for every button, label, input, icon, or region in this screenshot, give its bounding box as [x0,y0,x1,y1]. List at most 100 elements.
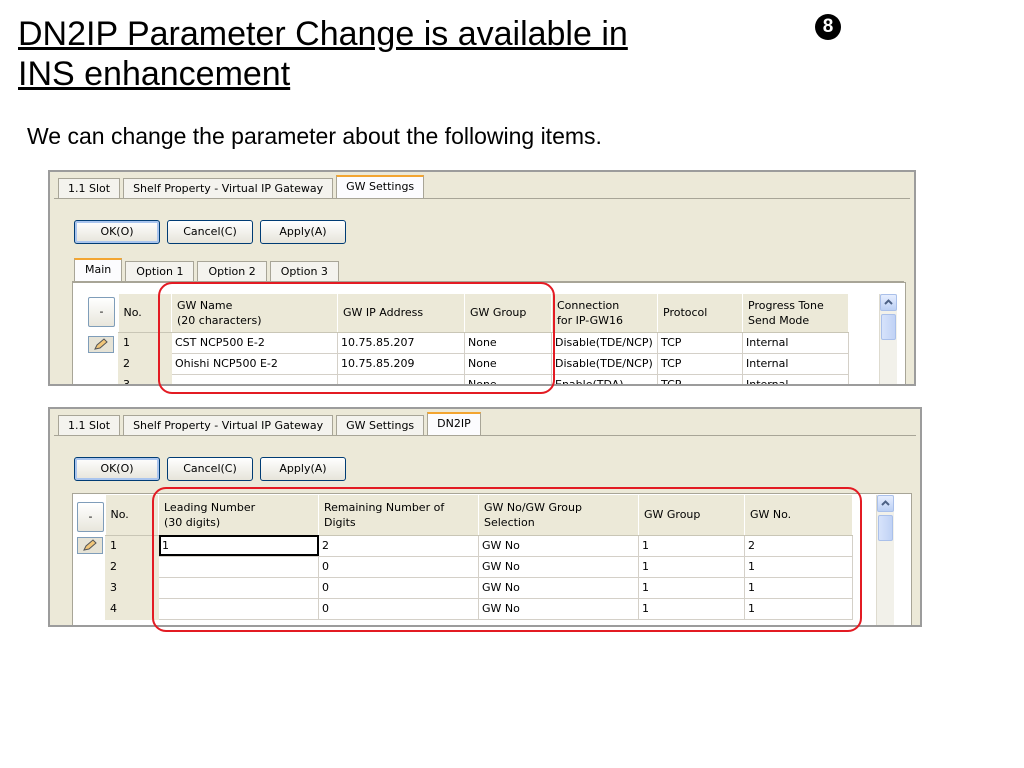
col-header-no: No. [105,495,159,536]
pencil-icon [94,338,108,350]
tab-slot[interactable]: 1.1 Slot [58,178,121,198]
pencil-icon [83,539,97,551]
subtab-option-3[interactable]: Option 3 [269,261,339,281]
col-header-gw-selection-line1: GW No/GW Group [484,500,582,514]
ok-button[interactable]: OK(O) [74,457,160,481]
cancel-button[interactable]: Cancel(C) [167,220,253,244]
cell-progress-tone[interactable]: Internal [742,331,849,354]
cell-progress-tone[interactable]: Internal [742,373,849,384]
cell-gw-group[interactable]: None [464,331,552,354]
vertical-scrollbar[interactable] [879,294,897,384]
col-header-gw-ip-text: GW IP Address [343,306,424,320]
table-header-row: No. Leading Number (30 digits) Remaining … [105,495,853,536]
col-header-no: No. [118,294,172,333]
cell-gw-name[interactable]: CST NCP500 E-2 [171,331,338,354]
dn2ip-window: 1.1 Slot Shelf Property - Virtual IP Gat… [48,407,922,627]
cell-gw-no[interactable]: 1 [744,555,853,578]
scroll-thumb[interactable] [878,515,893,541]
cell-gw-group[interactable]: 1 [638,576,745,599]
apply-button[interactable]: Apply(A) [260,220,346,244]
cell-gw-name[interactable] [171,373,338,384]
cell-gw-group[interactable]: 1 [638,597,745,620]
tab-divider [54,435,916,436]
cancel-button[interactable]: Cancel(C) [167,457,253,481]
row-number: 3 [105,576,159,599]
col-header-leading-number-line1: Leading Number [164,500,256,514]
table-header-row: No. GW Name (20 characters) GW IP Address… [118,294,849,333]
cell-gw-selection[interactable]: GW No [478,576,639,599]
cell-gw-group[interactable]: 1 [638,534,745,557]
col-header-connection-line2: for IP-GW16 [557,313,624,327]
cell-gw-group[interactable]: 1 [638,555,745,578]
col-header-no-text: No. [110,508,129,522]
col-header-progress-tone-line1: Progress Tone [748,298,824,312]
subtab-main[interactable]: Main [74,258,123,281]
cell-leading-number[interactable] [158,576,319,599]
tab-dn2ip[interactable]: DN2IP [427,412,481,435]
cell-remaining-digits[interactable]: 2 [318,534,479,557]
vertical-scrollbar[interactable] [876,495,894,625]
cell-gw-group[interactable]: None [464,352,552,375]
col-header-gw-no-text: GW No. [750,508,792,522]
table-row: 1 1 2 GW No 1 2 [105,534,853,557]
sub-tab-bar: Main Option 1 Option 2 Option 3 [74,258,342,281]
row-number: 4 [105,597,159,620]
col-header-remaining-digits-line2: Digits [324,515,356,529]
cell-gw-selection[interactable]: GW No [478,597,639,620]
cell-gw-no[interactable]: 2 [744,534,853,557]
cell-leading-number-editing[interactable]: 1 [158,534,319,557]
cell-remaining-digits[interactable]: 0 [318,555,479,578]
col-header-remaining-digits-line1: Remaining Number of [324,500,445,514]
cell-gw-selection[interactable]: GW No [478,534,639,557]
scroll-thumb[interactable] [881,314,896,340]
col-header-leading-number: Leading Number (30 digits) [158,495,319,536]
tab-gw-settings[interactable]: GW Settings [336,175,425,198]
cell-protocol[interactable]: TCP [657,352,743,375]
table-row: 3 None Enable(TDA) TCP Internal [118,373,849,384]
scroll-up-button[interactable] [880,294,897,311]
tab-slot[interactable]: 1.1 Slot [58,415,121,435]
col-header-leading-number-line2: (30 digits) [164,515,221,529]
cell-progress-tone[interactable]: Internal [742,352,849,375]
col-header-connection-line1: Connection [557,298,620,312]
cell-remaining-digits[interactable]: 0 [318,576,479,599]
ok-button[interactable]: OK(O) [74,220,160,244]
cell-connection[interactable]: Enable(TDA) [551,373,658,384]
cell-leading-number[interactable] [158,555,319,578]
cell-gw-no[interactable]: 1 [744,576,853,599]
tab-gw-settings[interactable]: GW Settings [336,415,425,435]
col-header-progress-tone-line2: Send Mode [748,313,810,327]
scroll-up-button[interactable] [877,495,894,512]
tab-shelf-property[interactable]: Shelf Property - Virtual IP Gateway [123,178,334,198]
col-header-gw-no: GW No. [744,495,853,536]
collapse-button[interactable]: - [77,502,104,532]
subtab-option-2[interactable]: Option 2 [197,261,267,281]
cell-gw-name[interactable]: Ohishi NCP500 E-2 [171,352,338,375]
cell-gw-group[interactable]: None [464,373,552,384]
subtab-option-1[interactable]: Option 1 [125,261,195,281]
edit-row-icon[interactable] [77,537,103,554]
cell-gw-selection[interactable]: GW No [478,555,639,578]
top-tab-bar: 1.1 Slot Shelf Property - Virtual IP Gat… [58,174,427,198]
cell-remaining-digits[interactable]: 0 [318,597,479,620]
tab-shelf-property[interactable]: Shelf Property - Virtual IP Gateway [123,415,334,435]
cell-protocol[interactable]: TCP [657,373,743,384]
cell-protocol[interactable]: TCP [657,331,743,354]
col-header-gw-group-text: GW Group [470,306,527,320]
cell-gw-ip[interactable] [337,373,465,384]
edit-row-icon[interactable] [88,336,114,353]
collapse-button[interactable]: - [88,297,115,327]
gw-settings-table: No. GW Name (20 characters) GW IP Address… [118,294,849,384]
apply-button[interactable]: Apply(A) [260,457,346,481]
table-row: 3 0 GW No 1 1 [105,576,853,599]
row-number: 2 [105,555,159,578]
cell-gw-no[interactable]: 1 [744,597,853,620]
table-row: 2 Ohishi NCP500 E-2 10.75.85.209 None Di… [118,352,849,375]
cell-connection[interactable]: Disable(TDE/NCP) [551,352,658,375]
cell-connection[interactable]: Disable(TDE/NCP) [551,331,658,354]
cell-gw-ip[interactable]: 10.75.85.207 [337,331,465,354]
cell-leading-number[interactable] [158,597,319,620]
col-header-protocol: Protocol [657,294,743,333]
col-header-gw-group: GW Group [464,294,552,333]
cell-gw-ip[interactable]: 10.75.85.209 [337,352,465,375]
